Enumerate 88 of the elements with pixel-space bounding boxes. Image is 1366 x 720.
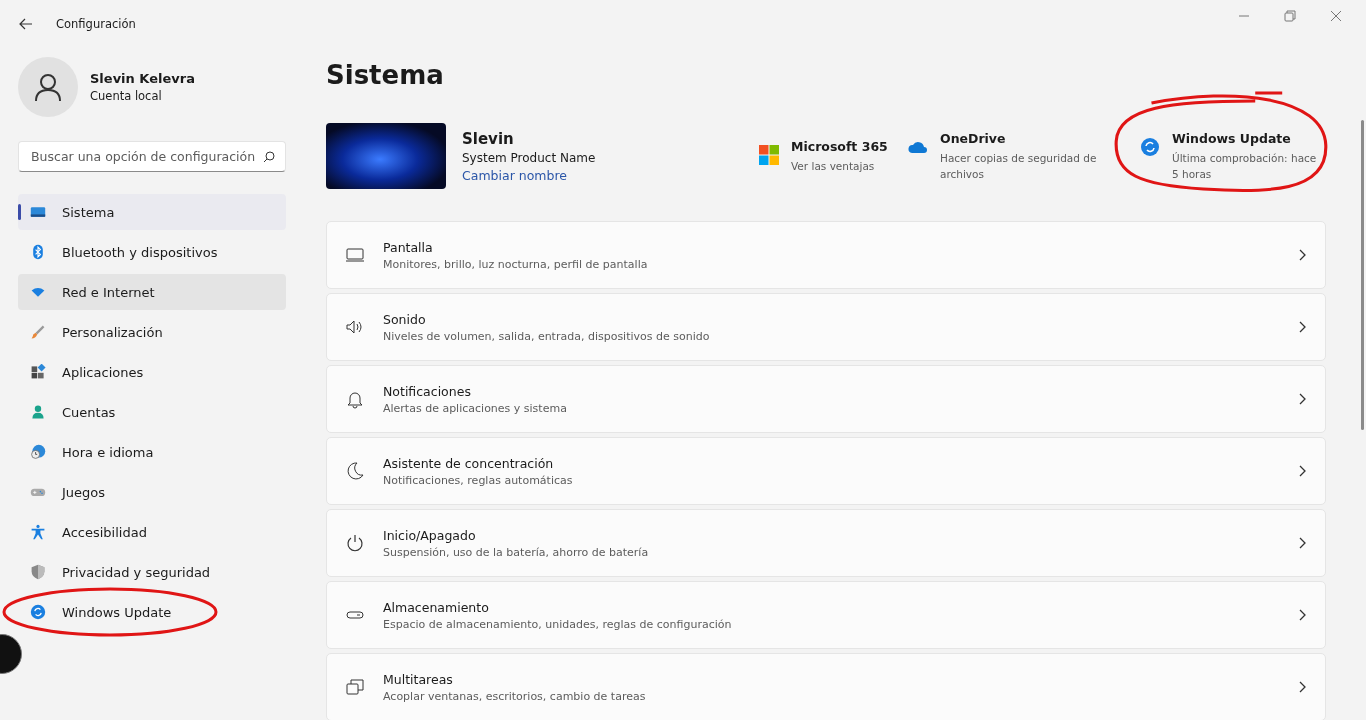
sidebar-item[interactable]: Hora e idioma	[18, 434, 286, 470]
setting-description: Monitores, brillo, luz nocturna, perfil de pantalla	[383, 257, 648, 271]
chevron-right-icon	[1297, 608, 1307, 622]
sidebar-label: Accesibilidad	[62, 524, 147, 540]
settings-row[interactable]: Multitareas Acoplar ventanas, escritorios, cambio de tareas	[326, 653, 1326, 720]
moon-icon	[345, 461, 365, 481]
settings-row[interactable]: Asistente de concentración Notificaciones, reglas automáticas	[326, 437, 1326, 505]
settings-row[interactable]: Sonido Niveles de volumen, salida, entrada, dispositivos de sonido	[326, 293, 1326, 361]
quick-link-title: Microsoft 365	[791, 138, 888, 154]
brush-icon	[30, 324, 46, 340]
sidebar-label: Red e Internet	[62, 284, 155, 300]
sidebar-item[interactable]: Cuentas	[18, 394, 286, 430]
quick-link-subtitle: Última comprobación: hace 5 horas	[1172, 150, 1318, 182]
sidebar-label: Hora e idioma	[62, 444, 154, 460]
sidebar-item[interactable]: Bluetooth y dispositivos	[18, 234, 286, 270]
quick-link-title: Windows Update	[1172, 130, 1292, 146]
sidebar-label: Personalización	[62, 324, 163, 340]
search-field[interactable]: Buscar una opción de configuración	[18, 141, 286, 172]
setting-title: Asistente de concentración	[383, 455, 555, 471]
window-title: Configuración	[56, 17, 136, 31]
sidebar-item[interactable]: Privacidad y seguridad	[18, 554, 286, 590]
windows-stack-icon	[345, 677, 365, 697]
settings-row[interactable]: Almacenamiento Espacio de almacenamiento, unidades, reglas de configuración	[326, 581, 1326, 649]
setting-description: Acoplar ventanas, escritorios, cambio de tareas	[383, 689, 646, 703]
device-model: System Product Name	[462, 150, 596, 165]
setting-title: Multitareas	[383, 671, 454, 687]
quick-link[interactable]: Windows Update Última comprobación: hace 5 horas	[1140, 130, 1326, 182]
sidebar-label: Bluetooth y dispositivos	[62, 244, 218, 260]
settings-row[interactable]: Notificaciones Alertas de aplicaciones y sistema	[326, 365, 1326, 433]
sidebar-item[interactable]: Personalización	[18, 314, 286, 350]
chevron-right-icon	[1297, 248, 1307, 262]
chevron-right-icon	[1297, 680, 1307, 694]
chevron-right-icon	[1297, 464, 1307, 478]
quick-link-subtitle: Ver las ventajas	[791, 158, 876, 174]
accessibility-icon	[30, 524, 46, 540]
sidebar-item[interactable]: Aplicaciones	[18, 354, 286, 390]
person-icon	[30, 404, 46, 420]
setting-description: Espacio de almacenamiento, unidades, reglas de configuración	[383, 617, 732, 631]
back-arrow-icon[interactable]	[18, 16, 34, 32]
sidebar-item[interactable]: Red e Internet	[18, 274, 286, 310]
chevron-right-icon	[1297, 320, 1307, 334]
sidebar-item[interactable]: Windows Update	[18, 594, 286, 630]
close-icon[interactable]	[1328, 8, 1344, 24]
restore-icon[interactable]	[1282, 8, 1298, 24]
sidebar-label: Aplicaciones	[62, 364, 144, 380]
rename-link[interactable]: Cambiar nombre	[462, 167, 596, 183]
setting-title: Inicio/Apagado	[383, 527, 477, 543]
setting-description: Niveles de volumen, salida, entrada, dispositivos de sonido	[383, 329, 710, 343]
setting-description: Suspensión, uso de la batería, ahorro de batería	[383, 545, 649, 559]
search-icon[interactable]	[263, 150, 275, 163]
setting-title: Pantalla	[383, 239, 434, 255]
settings-row[interactable]: Pantalla Monitores, brillo, luz nocturna, perfil de pantalla	[326, 221, 1326, 289]
quick-link-subtitle: Hacer copias de seguridad de archivos	[940, 150, 1098, 182]
device-name: Slevin	[462, 129, 515, 148]
sidebar-label: Cuentas	[62, 404, 116, 420]
apps-icon	[30, 364, 46, 380]
setting-title: Almacenamiento	[383, 599, 490, 615]
chevron-right-icon	[1297, 536, 1307, 550]
account-type: Cuenta local	[90, 89, 163, 103]
setting-title: Sonido	[383, 311, 427, 327]
monitor-icon	[30, 204, 46, 220]
sidebar-item[interactable]: Juegos	[18, 474, 286, 510]
setting-description: Notificaciones, reglas automáticas	[383, 473, 573, 487]
chevron-right-icon	[1297, 392, 1307, 406]
setting-title: Notificaciones	[383, 383, 472, 399]
quick-link[interactable]: Microsoft 365 Ver las ventajas	[759, 138, 894, 174]
sync-icon	[30, 604, 46, 620]
bell-icon	[345, 389, 365, 409]
shield-icon	[30, 564, 46, 580]
page-title: Sistema	[326, 59, 445, 92]
sidebar-label: Sistema	[62, 204, 115, 220]
sync-icon	[1140, 136, 1160, 157]
four-squares-logo-icon	[759, 144, 779, 165]
power-icon	[345, 533, 365, 553]
sidebar-label: Juegos	[62, 484, 106, 500]
settings-row[interactable]: Inicio/Apagado Suspensión, uso de la batería, ahorro de batería	[326, 509, 1326, 577]
scrollbar[interactable]	[1361, 120, 1364, 430]
quick-link-title: OneDrive	[940, 130, 1007, 146]
sidebar-label: Privacidad y seguridad	[62, 564, 211, 580]
bluetooth-icon	[30, 244, 46, 260]
sidebar-item[interactable]: Sistema	[18, 194, 286, 230]
user-name: Slevin Kelevra	[90, 71, 195, 86]
monitor-icon	[345, 245, 365, 265]
sidebar-item[interactable]: Accesibilidad	[18, 514, 286, 550]
clock-globe-icon	[30, 444, 46, 460]
sidebar-label: Windows Update	[62, 604, 172, 620]
quick-link[interactable]: OneDrive Hacer copias de seguridad de archivos	[908, 130, 1118, 182]
setting-description: Alertas de aplicaciones y sistema	[383, 401, 567, 415]
